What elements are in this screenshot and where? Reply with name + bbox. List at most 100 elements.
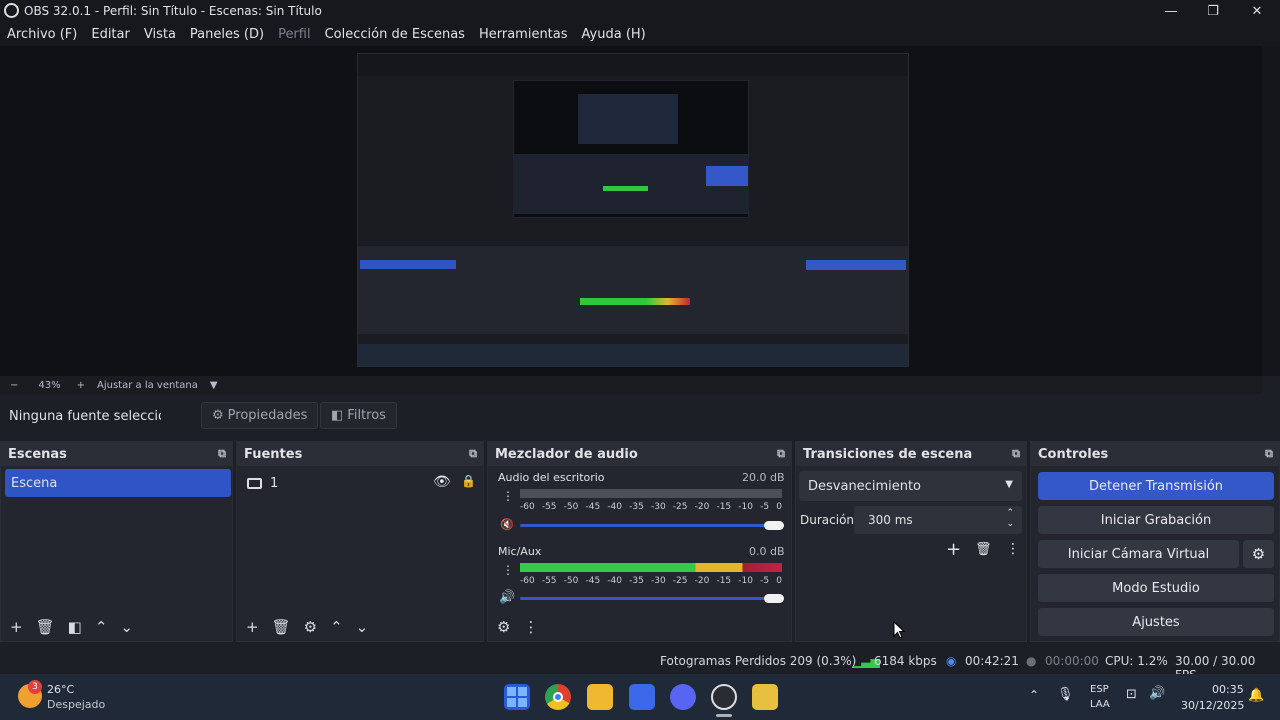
menu-ayuda[interactable]: Ayuda (H)	[575, 27, 653, 42]
undock-icon[interactable]: ⧉	[1012, 447, 1020, 461]
eye-icon[interactable]: 👁	[433, 474, 451, 490]
monitor-icon	[247, 477, 262, 489]
meter-tick-label: -60	[520, 576, 535, 586]
move-down-icon[interactable]: ⌄	[356, 618, 369, 636]
preview-nested-capture	[357, 53, 909, 367]
meter-tick-label: 0	[776, 576, 782, 586]
menu-editar[interactable]: Editar	[84, 27, 137, 42]
volume-slider[interactable]	[520, 524, 782, 527]
restore-button[interactable]: ❐	[1192, 0, 1234, 22]
obs-taskbar-icon[interactable]	[711, 684, 737, 710]
undock-icon[interactable]: ⧉	[1265, 447, 1273, 461]
spin-up-icon[interactable]: ⌃	[1006, 508, 1014, 518]
discord-icon[interactable]	[670, 684, 696, 710]
mixer-footer: ⚙ ⋮	[488, 613, 791, 641]
gear-icon: ⚙	[1251, 545, 1266, 563]
channel-menu-icon[interactable]: ⋮	[502, 563, 514, 577]
minimize-button[interactable]: —	[1150, 0, 1192, 22]
undock-icon[interactable]: ⧉	[469, 447, 477, 461]
add-icon[interactable]: +	[10, 618, 23, 636]
undock-icon[interactable]: ⧉	[218, 447, 226, 461]
meter-tick-label: -55	[541, 502, 557, 512]
mouse-cursor-icon	[893, 621, 905, 639]
meter-tick-label: -45	[585, 576, 601, 586]
preview-scrollbar[interactable]	[1262, 46, 1280, 376]
microphone-icon[interactable]: 🎙	[1057, 687, 1074, 702]
studio-mode-button[interactable]: Modo Estudio	[1038, 574, 1274, 602]
transition-select[interactable]: Desvanecimiento ▼	[799, 471, 1022, 501]
trash-icon[interactable]: 🗑	[36, 618, 55, 636]
clock-date[interactable]: 30/12/2025	[1181, 699, 1244, 712]
file-explorer-icon[interactable]	[587, 684, 613, 710]
channel-menu-icon[interactable]: ⋮	[502, 489, 514, 503]
volume-icon[interactable]: 🔊	[1149, 686, 1165, 701]
mixer-menu-icon[interactable]: ⋮	[523, 618, 538, 636]
lang-top[interactable]: ESP	[1090, 684, 1109, 695]
zoom-out-button[interactable]: −	[10, 380, 18, 391]
transition-menu-icon[interactable]: ⋮	[1006, 541, 1020, 557]
controls-dock: Controles ⧉ Detener Transmisión Iniciar …	[1030, 441, 1280, 642]
stop-stream-button[interactable]: Detener Transmisión	[1038, 472, 1274, 500]
gear-icon[interactable]: ⚙	[304, 618, 317, 636]
move-up-icon[interactable]: ⌃	[330, 618, 343, 636]
scenes-header: Escenas ⧉	[1, 442, 232, 466]
audio-mixer-dock: Mezclador de audio ⧉ Audio del escritori…	[487, 441, 792, 642]
menu-coleccion-escenas[interactable]: Colección de Escenas	[318, 27, 472, 42]
properties-button[interactable]: ⚙ Propiedades	[201, 402, 319, 429]
zoom-in-button[interactable]: +	[77, 380, 85, 391]
network-icon[interactable]: ⊡	[1126, 687, 1137, 702]
move-up-icon[interactable]: ⌃	[95, 618, 108, 636]
add-icon[interactable]: +	[246, 618, 259, 636]
weather-temp: 26°C	[47, 683, 75, 696]
add-transition-icon[interactable]: +	[946, 539, 961, 560]
meter-tick-label: -10	[738, 576, 753, 586]
menu-archivo[interactable]: Archivo (F)	[0, 27, 84, 42]
filters-button[interactable]: ◧ Filtros	[320, 402, 397, 429]
speaker-muted-icon[interactable]: 🔇	[500, 518, 514, 531]
undock-icon[interactable]: ⧉	[777, 447, 785, 461]
zoom-dropdown-icon[interactable]: ▼	[210, 380, 218, 391]
volume-slider[interactable]	[520, 597, 782, 600]
weather-badge: 3	[28, 680, 42, 694]
scene-item[interactable]: Escena	[5, 469, 231, 497]
weather-desc: Despejado	[47, 698, 106, 711]
virtual-cam-settings-button[interactable]: ⚙	[1243, 540, 1274, 568]
spin-down-icon[interactable]: ⌄	[1006, 519, 1014, 529]
chrome-icon[interactable]	[545, 684, 571, 710]
scene-filters-icon[interactable]: ◧	[68, 618, 82, 636]
windows-start-icon[interactable]	[504, 684, 530, 710]
stream-icon: ◉	[946, 654, 957, 668]
app-icon[interactable]	[752, 684, 778, 710]
record-icon: ●	[1026, 654, 1037, 668]
scenes-title: Escenas	[8, 446, 67, 462]
menu-paneles[interactable]: Paneles (D)	[183, 27, 271, 42]
trash-icon[interactable]: 🗑	[975, 542, 992, 557]
move-down-icon[interactable]: ⌄	[120, 618, 133, 636]
lang-bottom[interactable]: LAA	[1090, 699, 1110, 710]
virtual-cam-button[interactable]: Iniciar Cámara Virtual	[1038, 540, 1239, 568]
duration-spinbox[interactable]: 300 ms ⌃ ⌄	[854, 506, 1022, 534]
clock-time[interactable]: 00:35	[1212, 683, 1244, 696]
trash-icon[interactable]: 🗑	[272, 618, 291, 636]
tray-chevron-icon[interactable]: ⌃	[1029, 688, 1039, 702]
advanced-audio-icon[interactable]: ⚙	[497, 618, 510, 636]
lock-icon[interactable]: 🔒	[461, 474, 476, 488]
obs-logo-icon	[4, 3, 19, 18]
notifications-icon[interactable]: 🔔	[1248, 688, 1264, 703]
source-item[interactable]: 1 👁 🔒	[241, 470, 481, 496]
volume-slider-knob[interactable]	[764, 521, 784, 530]
scene-item-label: Escena	[11, 475, 58, 491]
menu-vista[interactable]: Vista	[137, 27, 183, 42]
menu-herramientas[interactable]: Herramientas	[472, 27, 575, 42]
active-app-indicator	[716, 714, 732, 717]
roblox-icon[interactable]	[629, 684, 655, 710]
menu-perfil[interactable]: Perfil	[271, 27, 318, 42]
close-button[interactable]: ✕	[1236, 0, 1278, 22]
channel-name: Audio del escritorio	[498, 471, 605, 484]
settings-button[interactable]: Ajustes	[1038, 608, 1274, 636]
mixer-header: Mezclador de audio ⧉	[488, 442, 791, 466]
volume-slider-knob[interactable]	[764, 594, 784, 603]
start-record-button[interactable]: Iniciar Grabación	[1038, 506, 1274, 534]
speaker-icon[interactable]: 🔊	[499, 590, 515, 605]
title-bar: OBS 32.0.1 - Perfil: Sin Título - Escena…	[0, 0, 1280, 22]
